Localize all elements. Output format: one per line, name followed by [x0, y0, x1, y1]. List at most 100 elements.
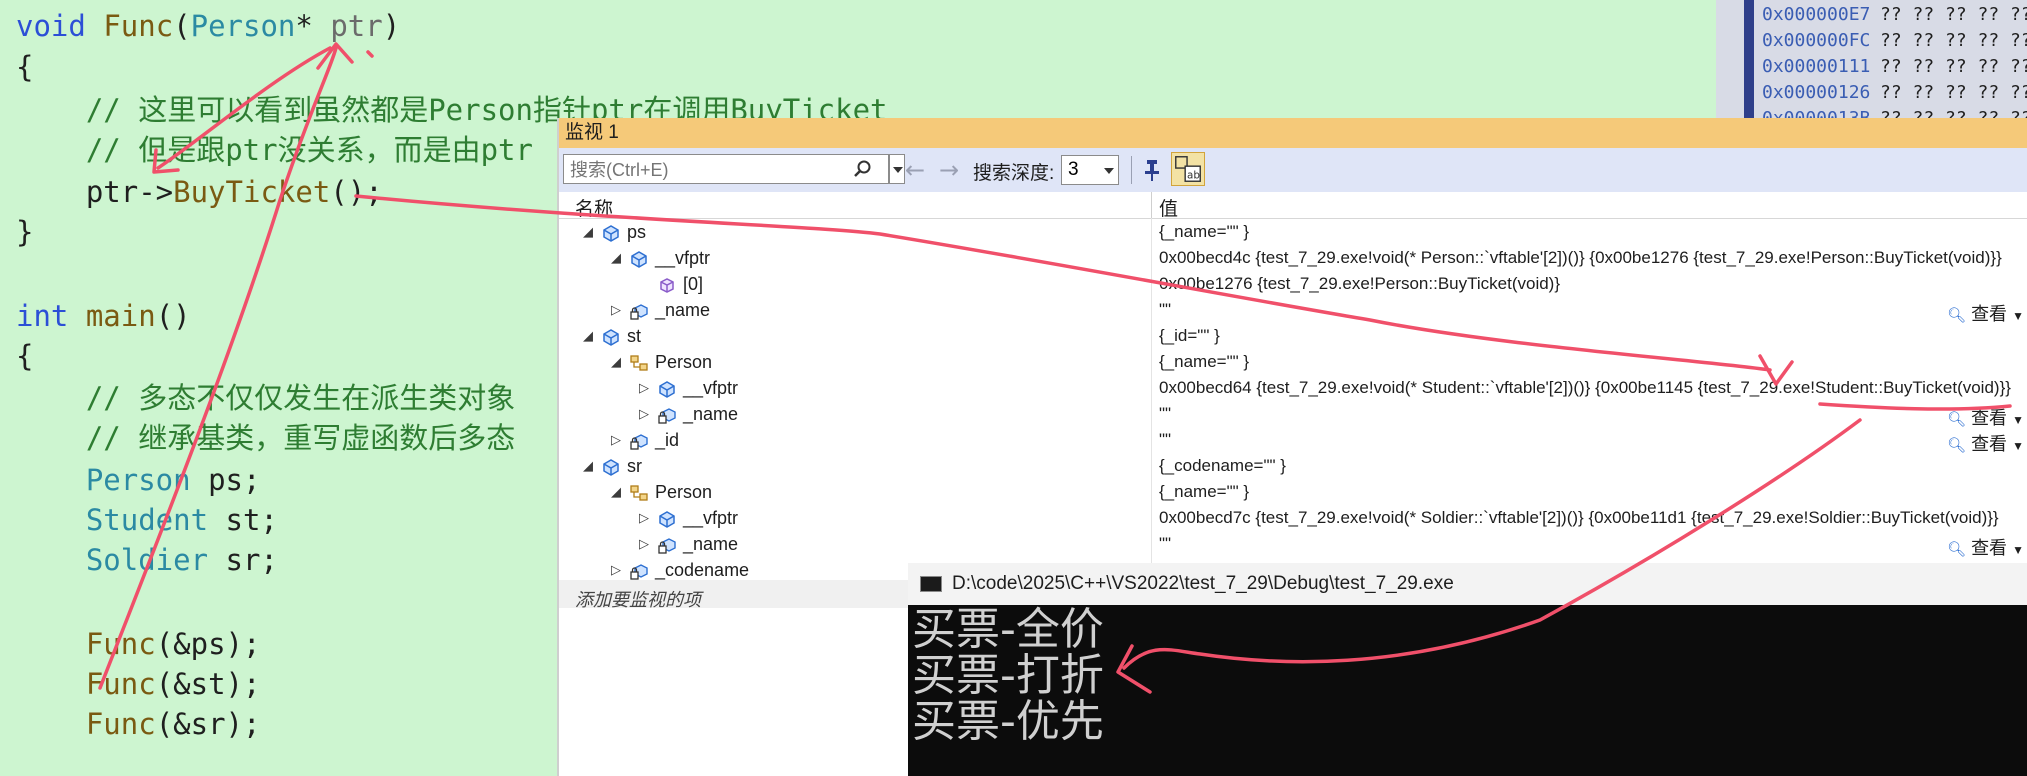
- code-line[interactable]: void Func(Person* ptr): [16, 6, 400, 46]
- memory-row[interactable]: 0x0000013B ?? ?? ?? ?? ??: [1762, 106, 2027, 118]
- expanded-arrow-icon[interactable]: ◢: [583, 225, 593, 240]
- search-icon[interactable]: [852, 159, 872, 179]
- search-box[interactable]: [563, 154, 889, 184]
- add-watch-item[interactable]: 添加要监视的项: [575, 586, 701, 612]
- code-token: ();: [330, 175, 383, 209]
- watch-row[interactable]: ▷ __vfptr 0x00becd64 {test_7_29.exe!void(*…: [559, 376, 2027, 402]
- code-line[interactable]: // 多态不仅仅发生在派生类对象: [16, 378, 515, 418]
- code-line[interactable]: Func(&sr);: [16, 704, 261, 744]
- search-depth-select[interactable]: 3: [1061, 155, 1119, 185]
- watch-toolbar: ← → 搜索深度: 3 ab: [559, 148, 2027, 192]
- watch-row[interactable]: [0] 0x00be1276 {test_7_29.exe!Person::Buy…: [559, 272, 2027, 298]
- expanded-arrow-icon[interactable]: ◢: [611, 485, 621, 500]
- watch-row[interactable]: ◢ ps {_name="" }: [559, 220, 2027, 246]
- watch-item-value[interactable]: "": [1159, 300, 1171, 320]
- private-icon: [657, 535, 677, 555]
- code-line[interactable]: }: [16, 212, 33, 252]
- watch-row[interactable]: ◢ st {_id="" }: [559, 324, 2027, 350]
- watch-item-value[interactable]: 0x00be1276 {test_7_29.exe!Person::BuyTic…: [1159, 274, 1560, 294]
- watch-row[interactable]: ▷ _name "" 🔍︎ 查看 ▼: [559, 532, 2027, 558]
- watch-item-value[interactable]: {_name="" }: [1159, 352, 1249, 372]
- watch-item-value[interactable]: {_id="" }: [1159, 326, 1220, 346]
- memory-row[interactable]: 0x00000126 ?? ?? ?? ?? ??: [1762, 80, 2027, 106]
- watch-row[interactable]: ▷ _name "" 🔍︎ 查看 ▼: [559, 298, 2027, 324]
- console-title-bar[interactable]: D:\code\2025\C++\VS2022\test_7_29\Debug\…: [908, 563, 2027, 605]
- console-window[interactable]: D:\code\2025\C++\VS2022\test_7_29\Debug\…: [908, 563, 2027, 776]
- collapsed-arrow-icon[interactable]: ▷: [611, 563, 621, 578]
- watch-item-value[interactable]: "": [1159, 404, 1171, 424]
- collapsed-arrow-icon[interactable]: ▷: [639, 511, 649, 526]
- watch-item-value[interactable]: "": [1159, 534, 1171, 554]
- memory-row[interactable]: 0x00000111 ?? ?? ?? ?? ??: [1762, 54, 2027, 80]
- code-token: Func: [16, 707, 156, 741]
- watch-item-value[interactable]: {_codename="" }: [1159, 456, 1286, 476]
- code-line[interactable]: // 但是跟ptr没关系，而是由ptr: [16, 130, 533, 170]
- expanded-arrow-icon[interactable]: ◢: [583, 459, 593, 474]
- watch-title-bar[interactable]: 监视 1: [559, 118, 2027, 148]
- watch-row[interactable]: ▷ __vfptr 0x00becd7c {test_7_29.exe!void(*…: [559, 506, 2027, 532]
- viewer-button[interactable]: 🔍︎ 查看 ▼: [1947, 404, 2024, 430]
- watch-row[interactable]: ◢ Person {_name="" }: [559, 480, 2027, 506]
- code-line[interactable]: Student st;: [16, 500, 278, 540]
- watch-row[interactable]: ◢ Person {_name="" }: [559, 350, 2027, 376]
- toolbar-divider: [1131, 156, 1132, 184]
- collapsed-arrow-icon[interactable]: ▷: [639, 381, 649, 396]
- code-line[interactable]: int main(): [16, 296, 191, 336]
- forward-arrow-icon[interactable]: →: [939, 156, 959, 184]
- memory-row[interactable]: 0x000000E7 ?? ?? ?? ?? ??: [1762, 2, 2027, 28]
- search-input[interactable]: [568, 157, 842, 183]
- chevron-down-icon: ▼: [2012, 309, 2024, 323]
- memory-panel[interactable]: 0x000000E7 ?? ?? ?? ?? ?? 0x000000FC ?? ?? …: [1716, 0, 2027, 118]
- watch-item-name: [0]: [683, 274, 704, 294]
- watch-item-value[interactable]: {_name="" }: [1159, 482, 1249, 502]
- code-token: (: [173, 9, 191, 43]
- expanded-arrow-icon[interactable]: ◢: [583, 329, 593, 344]
- console-line: 买票-打折: [912, 650, 1104, 701]
- viewer-button[interactable]: 🔍︎ 查看 ▼: [1947, 430, 2024, 456]
- watch-item-name: sr: [627, 456, 642, 476]
- pin-icon[interactable]: [1139, 156, 1167, 184]
- code-token: st;: [225, 503, 278, 537]
- memory-bytes: ?? ?? ?? ?? ??: [1880, 30, 2027, 51]
- code-token: Student: [16, 503, 226, 537]
- column-header-name[interactable]: 名称: [575, 194, 613, 221]
- expanded-arrow-icon[interactable]: ◢: [611, 251, 621, 266]
- code-line[interactable]: // 继承基类，重写虚函数后多态: [16, 418, 515, 458]
- collapsed-arrow-icon[interactable]: ▷: [639, 407, 649, 422]
- collapsed-arrow-icon[interactable]: ▷: [639, 537, 649, 552]
- watch-item-value[interactable]: "": [1159, 430, 1171, 450]
- watch-row[interactable]: ◢ sr {_codename="" }: [559, 454, 2027, 480]
- column-header-value[interactable]: 值: [1159, 194, 1178, 221]
- viewer-label: 查看: [1971, 538, 2008, 558]
- cube-icon: [657, 275, 677, 295]
- code-line[interactable]: Func(&ps);: [16, 624, 261, 664]
- code-line[interactable]: {: [16, 336, 33, 376]
- code-line[interactable]: ptr->BuyTicket();: [16, 172, 383, 212]
- watch-item-value[interactable]: 0x00becd64 {test_7_29.exe!void(* Student…: [1159, 378, 2011, 398]
- watch-item-value[interactable]: 0x00becd7c {test_7_29.exe!void(* Soldier…: [1159, 508, 1999, 528]
- search-dropdown-button[interactable]: [889, 154, 905, 184]
- code-token: (): [155, 299, 191, 333]
- watch-item-value[interactable]: {_name="" }: [1159, 222, 1249, 242]
- memory-row[interactable]: 0x000000FC ?? ?? ?? ?? ??: [1762, 28, 2027, 54]
- watch-row[interactable]: ▷ _id "" 🔍︎ 查看 ▼: [559, 428, 2027, 454]
- viewer-button[interactable]: 🔍︎ 查看 ▼: [1947, 300, 2024, 326]
- back-arrow-icon[interactable]: ←: [905, 156, 925, 184]
- collapsed-arrow-icon[interactable]: ▷: [611, 303, 621, 318]
- expanded-arrow-icon[interactable]: ◢: [611, 355, 621, 370]
- code-line[interactable]: Soldier sr;: [16, 540, 278, 580]
- private-icon: [629, 301, 649, 321]
- column-divider[interactable]: [1151, 192, 1152, 218]
- watch-row[interactable]: ▷ _name "" 🔍︎ 查看 ▼: [559, 402, 2027, 428]
- watch-item-value[interactable]: 0x00becd4c {test_7_29.exe!void(* Person:…: [1159, 248, 2002, 268]
- watch-item-name: Person: [655, 482, 713, 502]
- code-line[interactable]: Person ps;: [16, 460, 261, 500]
- collapsed-arrow-icon[interactable]: ▷: [611, 433, 621, 448]
- code-line[interactable]: {: [16, 47, 33, 87]
- viewer-button[interactable]: 🔍︎ 查看 ▼: [1947, 534, 2024, 560]
- watch-row[interactable]: ◢ __vfptr 0x00becd4c {test_7_29.exe!void(*…: [559, 246, 2027, 272]
- chevron-down-icon: [893, 167, 903, 173]
- viewer-label: 查看: [1971, 434, 2008, 454]
- hex-display-icon[interactable]: ab: [1171, 152, 1205, 186]
- code-line[interactable]: Func(&st);: [16, 664, 261, 704]
